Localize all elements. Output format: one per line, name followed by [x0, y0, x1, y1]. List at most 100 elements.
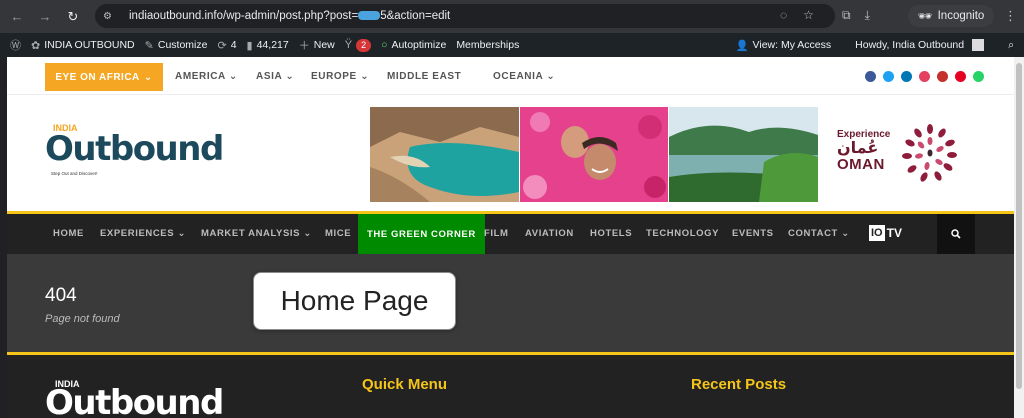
ad-photo-coast	[370, 107, 519, 202]
nav-aviation[interactable]: AVIATION	[525, 228, 574, 239]
wp-howdy[interactable]: Howdy, India Outbound	[855, 39, 985, 51]
nav-the-green-corner[interactable]: THE GREEN CORNER	[358, 214, 485, 254]
wp-site-label: INDIA OUTBOUND	[44, 39, 135, 51]
url-text[interactable]: indiaoutbound.info/wp-admin/post.php?pos…	[129, 10, 450, 22]
region-label: EUROPE	[311, 71, 357, 82]
wp-logo-icon[interactable]: Ⓦ	[10, 37, 21, 53]
region-asia[interactable]: ASIA ⌄	[256, 71, 294, 82]
error-code: 404	[45, 285, 77, 306]
nav-film[interactable]: FILM	[484, 228, 509, 239]
chevron-down-icon: ⌄	[228, 71, 238, 82]
wp-howdy-label: Howdy, India Outbound	[855, 39, 965, 51]
url-query: 5&action=edit	[380, 10, 451, 22]
site-info-icon[interactable]: ⚙	[103, 11, 119, 22]
wp-memberships[interactable]: Memberships	[456, 39, 519, 51]
incognito-label: Incognito	[937, 10, 985, 22]
eye-on-africa-button[interactable]: EYE ON AFRICA ⌄	[45, 63, 163, 91]
instagram-icon[interactable]	[919, 71, 930, 82]
wp-updates[interactable]: ⟳ 4	[217, 39, 236, 52]
oman-ad-text: Experience عُمان OMAN	[837, 129, 890, 173]
iotv-tv-text: TV	[886, 226, 902, 240]
region-label: AMERICA	[175, 71, 226, 82]
region-europe[interactable]: EUROPE ⌄	[311, 71, 369, 82]
facebook-icon[interactable]	[865, 71, 876, 82]
pinterest-icon[interactable]	[955, 71, 966, 82]
whatsapp-icon[interactable]	[973, 71, 984, 82]
nav-contact[interactable]: CONTACT ⌄	[788, 228, 850, 239]
chevron-down-icon: ⌄	[303, 228, 312, 239]
wp-new-label: New	[313, 39, 335, 51]
region-label: ASIA	[256, 71, 282, 82]
status-circle-icon: ○	[381, 39, 388, 51]
chevron-down-icon: ⌄	[360, 71, 370, 82]
updates-icon: ⟳	[217, 39, 227, 52]
forward-icon[interactable]: →	[34, 9, 56, 24]
plus-icon: ＋	[298, 40, 310, 52]
star-icon[interactable]: ☆	[803, 8, 814, 22]
nav-events[interactable]: EVENTS	[732, 228, 774, 239]
search-icon	[951, 229, 961, 239]
address-bar[interactable]: ⚙ indiaoutbound.info/wp-admin/post.php?p…	[95, 4, 835, 28]
wp-new[interactable]: ＋ New	[299, 37, 335, 53]
region-label: MIDDLE EAST	[387, 71, 462, 82]
download-icon[interactable]: ⤓	[865, 8, 870, 23]
chevron-down-icon: ⌄	[177, 228, 186, 239]
linkedin-icon[interactable]	[901, 71, 912, 82]
nav-home[interactable]: HOME	[53, 228, 84, 239]
extension-icon[interactable]: ⧉	[842, 8, 851, 23]
nav-experiences[interactable]: EXPERIENCES ⌄	[100, 228, 186, 239]
wp-view-access[interactable]: 👤 View: My Access	[735, 39, 831, 52]
chevron-down-icon: ⌄	[841, 228, 850, 239]
chevron-down-icon: ⌄	[143, 71, 153, 83]
oman-ad-banner[interactable]	[370, 107, 819, 202]
wp-site-name[interactable]: ✿ INDIA OUTBOUND	[31, 39, 135, 52]
chevron-down-icon: ⌄	[285, 71, 295, 82]
wp-view-access-label: View: My Access	[752, 39, 832, 51]
wp-customize-label: Customize	[157, 39, 208, 51]
wp-bar-right: 👤 View: My Access Howdy, India Outbound ⌕	[725, 33, 1014, 57]
nav-technology[interactable]: TECHNOLOGY	[646, 228, 719, 239]
page-scrollbar[interactable]	[1014, 57, 1024, 418]
eye-off-icon[interactable]: ◌	[780, 8, 787, 22]
wp-comments[interactable]: ▮ 44,217	[247, 39, 289, 52]
nav-market-analysis[interactable]: MARKET ANALYSIS ⌄	[201, 228, 312, 239]
browser-toolbar: ← → ↻ ⚙ indiaoutbound.info/wp-admin/post…	[0, 0, 1024, 33]
incognito-indicator[interactable]: 🕶 Incognito	[908, 5, 995, 27]
twitter-icon[interactable]	[883, 71, 894, 82]
io-tv-logo[interactable]: IO TV	[869, 224, 902, 242]
wp-updates-count: 4	[230, 39, 237, 51]
youtube-icon[interactable]	[937, 71, 948, 82]
top-region-nav: EYE ON AFRICA ⌄ AMERICA ⌄ ASIA ⌄ EUROPE …	[7, 57, 1014, 95]
scrollbar-thumb[interactable]	[1016, 63, 1022, 389]
omnibox-actions: ◌ ☆	[780, 8, 814, 22]
wp-autoptimize[interactable]: ○ Autoptimize	[381, 39, 446, 51]
region-oceania[interactable]: OCEANIA ⌄	[493, 71, 555, 82]
nav-label: MARKET ANALYSIS	[201, 228, 301, 239]
nav-label: CONTACT	[788, 228, 838, 239]
logo-name-text: Outbound	[45, 129, 224, 169]
wp-autoptimize-label: Autoptimize	[391, 39, 447, 51]
reload-icon[interactable]: ↻	[62, 9, 84, 25]
region-label: OCEANIA	[493, 71, 543, 82]
footer-quick-menu-heading: Quick Menu	[362, 376, 448, 393]
more-menu-icon[interactable]: ⋮	[1004, 8, 1017, 24]
wp-comments-count: 44,217	[256, 39, 289, 51]
oman-text: OMAN	[837, 156, 885, 173]
wp-yoast[interactable]: Ÿ2	[345, 38, 372, 52]
footer-logo-name: Outbound	[45, 383, 224, 418]
back-icon[interactable]: ←	[6, 9, 28, 24]
toolbar-extensions: ⧉ ⤓	[842, 8, 870, 23]
site-footer: INDIA Outbound Quick Menu Recent Posts	[7, 352, 1014, 418]
region-america[interactable]: AMERICA ⌄	[175, 71, 238, 82]
wp-search-icon[interactable]: ⌕	[1008, 39, 1014, 52]
wp-admin-bar: Ⓦ ✿ INDIA OUTBOUND ✎ Customize ⟳ 4 ▮ 44,217 …	[0, 33, 1024, 57]
wp-customize[interactable]: ✎ Customize	[145, 39, 208, 52]
oman-arabic-text: عُمان	[837, 138, 879, 157]
region-middle-east[interactable]: MIDDLE EAST	[387, 71, 461, 82]
nav-hotels[interactable]: HOTELS	[590, 228, 632, 239]
nav-mice[interactable]: MICE	[325, 228, 351, 239]
nav-label: EXPERIENCES	[100, 228, 175, 239]
search-button[interactable]	[937, 214, 975, 254]
wp-memberships-label: Memberships	[456, 39, 520, 51]
error-message: Page not found	[45, 313, 120, 325]
